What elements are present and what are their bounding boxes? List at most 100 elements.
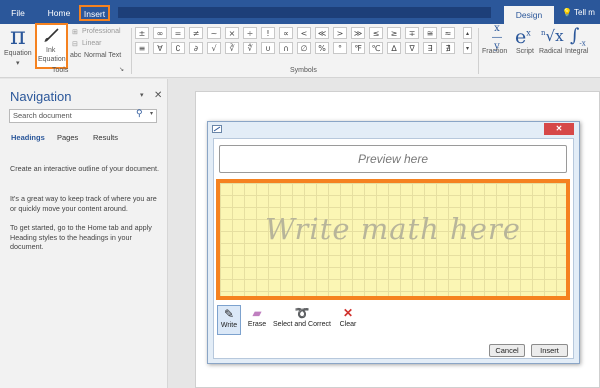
symbol-button[interactable]: ≫ [351, 27, 365, 39]
symbol-button[interactable]: ∃ [423, 42, 437, 54]
select-correct-tool-button[interactable]: ➰ Select and Correct [272, 305, 332, 335]
fraction-button-label[interactable]: Fraction [482, 48, 507, 55]
write-tool-label: Write [220, 322, 238, 329]
professional-icon: ⊞ [72, 29, 78, 36]
symbol-button[interactable]: ∇ [405, 42, 419, 54]
symbols-group-label: Symbols [290, 67, 317, 74]
tools-group-label: Tools [52, 67, 69, 74]
clear-x-icon: ✕ [342, 306, 354, 320]
symbol-button[interactable]: ∄ [441, 42, 455, 54]
tab-design[interactable]: Design [504, 6, 554, 24]
symbol-button[interactable]: ∞ [153, 27, 167, 39]
nav-help-text: It's a great way to keep track of where … [10, 194, 157, 213]
erase-tool-button[interactable]: ▰ Erase [245, 305, 269, 335]
chevron-down-icon[interactable]: ▾ [140, 91, 144, 99]
tab-bar-filler [118, 7, 491, 18]
integral-icon[interactable]: ∫-x [570, 25, 586, 48]
symbol-button[interactable]: = [171, 27, 185, 39]
ribbon-divider [478, 28, 479, 74]
search-input[interactable]: Search document [9, 109, 157, 123]
symbol-button[interactable]: ≡ [135, 42, 149, 54]
tab-headings[interactable]: Headings [11, 133, 45, 142]
symbol-button[interactable]: ℃ [369, 42, 383, 54]
symbol-button[interactable]: > [333, 27, 347, 39]
tab-pages[interactable]: Pages [57, 133, 78, 142]
nav-help-text: Create an interactive outline of your do… [10, 164, 160, 173]
lightbulb-icon: 💡 [562, 8, 572, 17]
symbols-more-icon[interactable]: ▾ [463, 42, 472, 54]
eraser-icon: ▰ [252, 306, 262, 320]
linear-option[interactable]: Linear [82, 40, 101, 47]
symbol-button[interactable]: ∁ [171, 42, 185, 54]
search-icon[interactable]: ⚲ [136, 108, 143, 119]
symbol-button[interactable]: < [297, 27, 311, 39]
dialog-close-button[interactable]: ✕ [544, 123, 574, 135]
symbol-button[interactable]: ∅ [297, 42, 311, 54]
close-icon[interactable]: ✕ [154, 90, 162, 101]
symbol-button[interactable]: ≠ [189, 27, 203, 39]
symbol-button[interactable]: × [225, 27, 239, 39]
insert-button[interactable]: Insert [531, 344, 568, 357]
professional-option[interactable]: Professional [82, 28, 121, 35]
symbol-button[interactable]: ∀ [153, 42, 167, 54]
symbol-button[interactable]: ∂ [189, 42, 203, 54]
symbol-button[interactable]: ≅ [423, 27, 437, 39]
symbol-button[interactable]: ~ [207, 27, 221, 39]
integral-button-label[interactable]: Integral [565, 48, 588, 55]
tools-launcher-icon[interactable]: ↘ [119, 66, 124, 73]
pen-icon: ✎ [223, 307, 235, 321]
tab-home[interactable]: Home [40, 4, 78, 22]
symbol-button[interactable]: % [315, 42, 329, 54]
symbol-button[interactable]: ∪ [261, 42, 275, 54]
ink-equation-label-line2: Equation [38, 56, 66, 63]
lasso-icon: ➰ [294, 306, 310, 320]
normal-text-icon: abc [70, 52, 82, 59]
search-dropdown-icon[interactable]: ▾ [150, 110, 153, 117]
clear-tool-button[interactable]: ✕ Clear [338, 305, 358, 335]
tab-results[interactable]: Results [93, 133, 118, 142]
symbol-button[interactable]: ∩ [279, 42, 293, 54]
fraction-icon[interactable]: x ― y [490, 24, 504, 52]
symbol-button[interactable]: ± [135, 27, 149, 39]
symbol-button[interactable]: ≪ [315, 27, 329, 39]
write-math-placeholder: Write math here [265, 212, 521, 246]
symbol-button[interactable]: ∜ [243, 42, 257, 54]
symbol-button[interactable]: ∓ [405, 27, 419, 39]
pi-icon[interactable]: π [10, 22, 26, 50]
equation-dropdown-icon[interactable]: ▾ [16, 59, 20, 67]
tell-me-box[interactable]: 💡 Tell m [562, 4, 600, 22]
equation-button-label[interactable]: Equation [4, 50, 32, 57]
nav-help-text: To get started, go to the Home tab and a… [10, 223, 152, 251]
symbol-button[interactable]: ℉ [351, 42, 365, 54]
radical-icon[interactable]: n√x [541, 27, 564, 45]
ink-equation-label-line1: Ink [46, 47, 56, 54]
symbol-button[interactable]: ∛ [225, 42, 239, 54]
pen-icon [44, 28, 59, 43]
symbols-scroll-up-icon[interactable]: ▴ [463, 27, 472, 39]
radical-button-label[interactable]: Radical [539, 48, 562, 55]
symbol-button[interactable]: ∝ [279, 27, 293, 39]
symbol-button[interactable]: ≤ [369, 27, 383, 39]
tab-file[interactable]: File [6, 4, 30, 22]
ribbon-divider [131, 28, 132, 74]
symbol-button[interactable]: ° [333, 42, 347, 54]
normal-text-option[interactable]: Normal Text [84, 52, 121, 59]
tell-me-label: Tell m [574, 8, 595, 17]
navigation-title: Navigation [10, 89, 72, 104]
cancel-button[interactable]: Cancel [489, 344, 525, 357]
symbol-button[interactable]: ≥ [387, 27, 401, 39]
math-input-icon [212, 125, 222, 133]
script-icon[interactable]: ex [515, 26, 531, 48]
clear-tool-label: Clear [339, 321, 357, 328]
tab-insert[interactable]: Insert [79, 5, 110, 21]
write-tool-button[interactable]: ✎ Write [217, 305, 241, 335]
symbol-button[interactable]: √ [207, 42, 221, 54]
script-button-label[interactable]: Script [516, 48, 534, 55]
symbol-button[interactable]: ÷ [243, 27, 257, 39]
select-correct-tool-label: Select and Correct [273, 321, 331, 328]
symbol-button[interactable]: ∆ [387, 42, 401, 54]
symbol-button[interactable]: ! [261, 27, 275, 39]
preview-box: Preview here [219, 145, 567, 173]
symbol-button[interactable]: ≈ [441, 27, 455, 39]
linear-icon: ⊟ [72, 41, 78, 48]
